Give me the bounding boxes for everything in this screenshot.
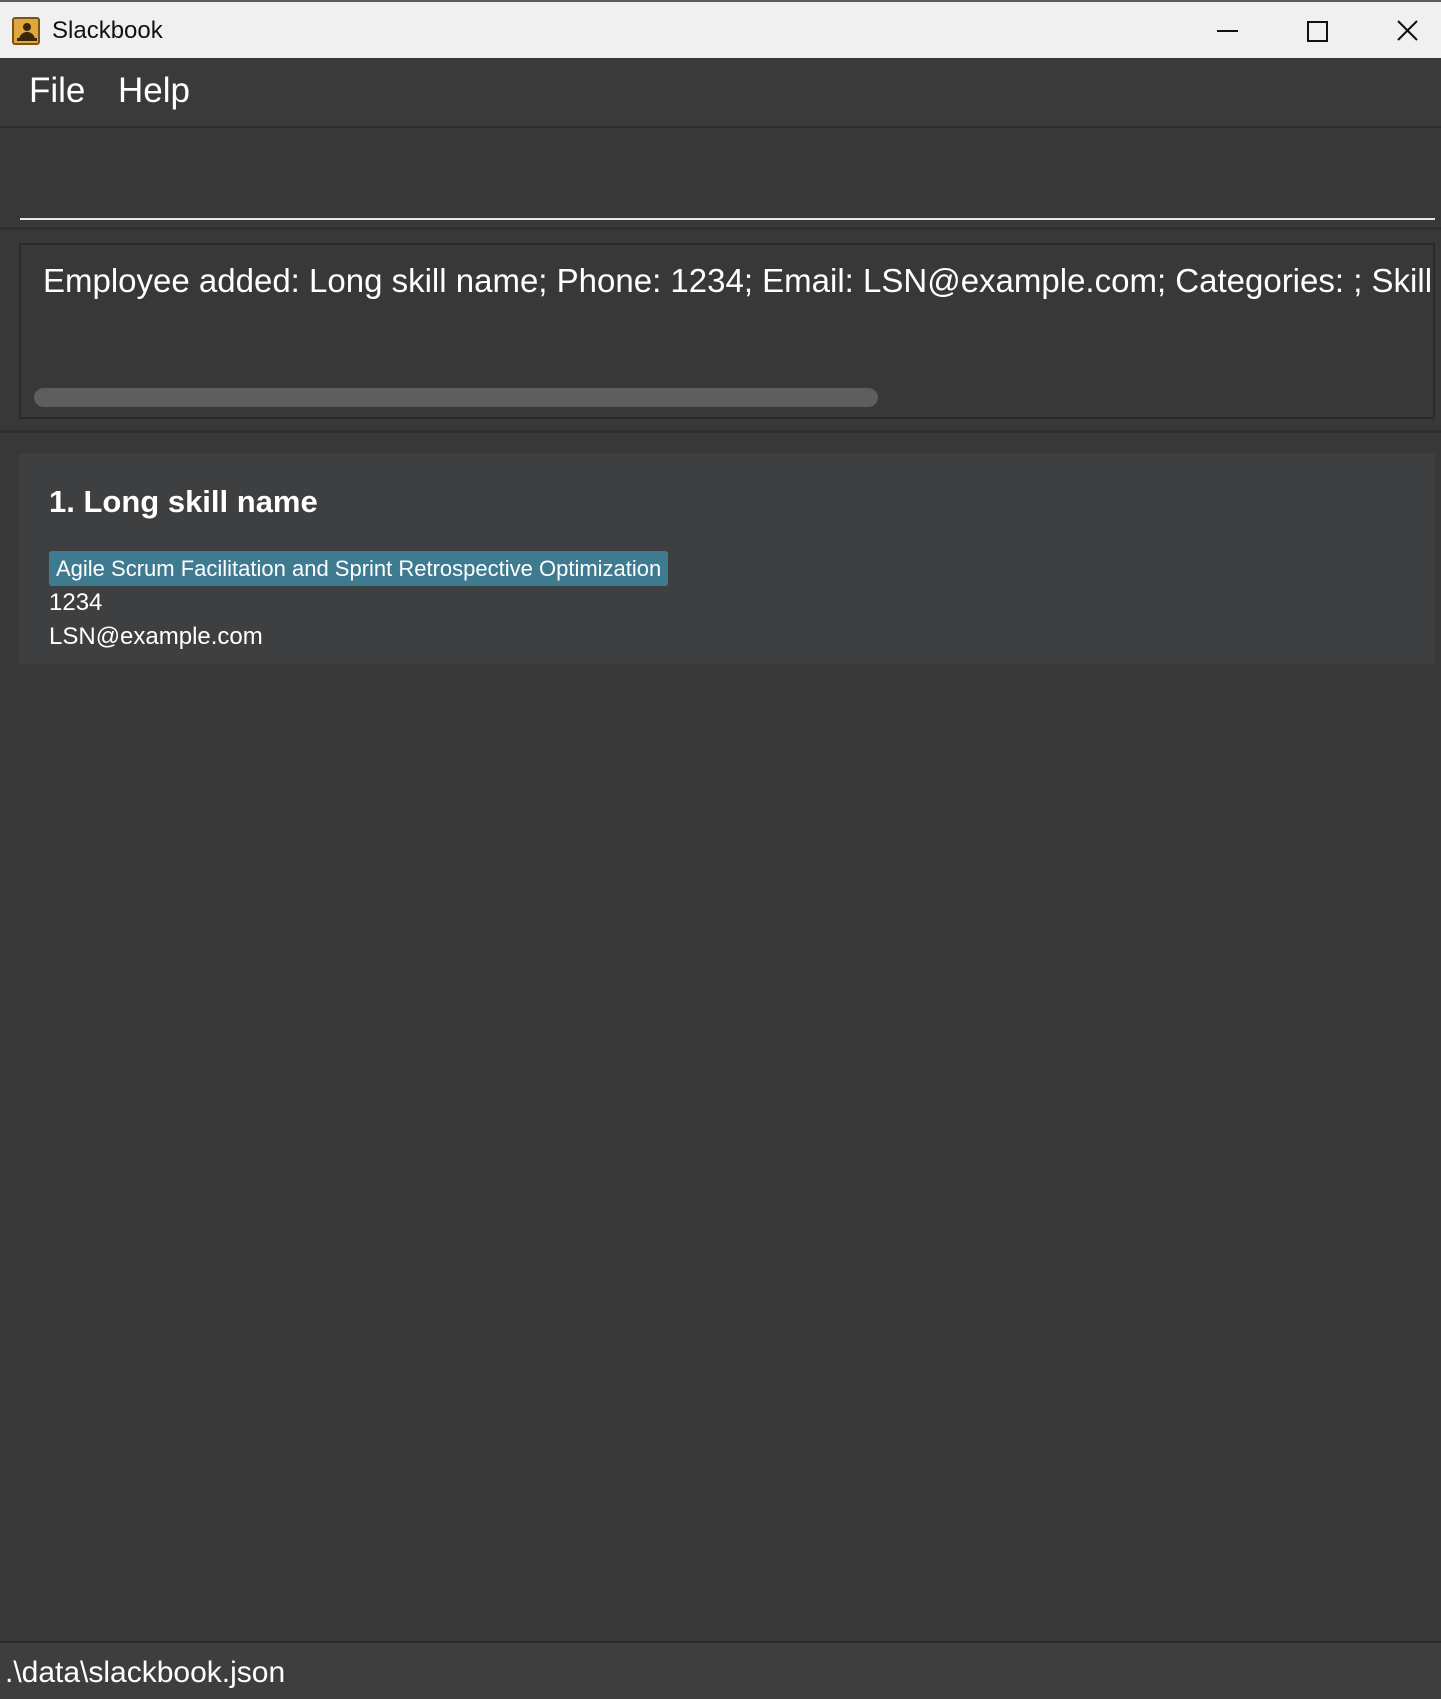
close-button[interactable]: [1364, 4, 1441, 58]
address-book-icon: [12, 17, 40, 45]
menu-help[interactable]: Help: [116, 71, 192, 111]
person-name: 1. Long skill name: [49, 484, 318, 519]
horizontal-scrollbar[interactable]: [34, 388, 878, 407]
person-list: 1. Long skill name Agile Scrum Facilitat…: [0, 436, 1441, 1641]
command-input[interactable]: [20, 150, 1435, 220]
result-display-area: Employee added: Long skill name; Phone: …: [0, 233, 1441, 433]
status-bar: .\data\slackbook.json: [0, 1641, 1441, 1699]
person-email: LSN@example.com: [49, 623, 263, 650]
menu-file[interactable]: File: [27, 71, 87, 111]
minimize-button[interactable]: [1180, 4, 1272, 58]
window-title: Slackbook: [52, 17, 163, 44]
app-window: Slackbook File Help Employee added: Long…: [0, 0, 1441, 1699]
minimize-icon: [1217, 30, 1238, 32]
title-bar[interactable]: Slackbook: [0, 0, 1441, 58]
maximize-button[interactable]: [1272, 4, 1364, 58]
list-item[interactable]: 1. Long skill name Agile Scrum Facilitat…: [19, 454, 1435, 664]
save-location: .\data\slackbook.json: [5, 1656, 286, 1689]
maximize-icon: [1307, 21, 1328, 42]
menu-bar: File Help: [0, 58, 1441, 128]
skill-tag: Agile Scrum Facilitation and Sprint Retr…: [49, 551, 669, 586]
result-display[interactable]: Employee added: Long skill name; Phone: …: [19, 243, 1435, 419]
person-phone: 1234: [49, 589, 103, 616]
command-box-area: [0, 130, 1441, 230]
result-message: Employee added: Long skill name; Phone: …: [43, 262, 1433, 299]
close-icon: [1397, 20, 1418, 41]
